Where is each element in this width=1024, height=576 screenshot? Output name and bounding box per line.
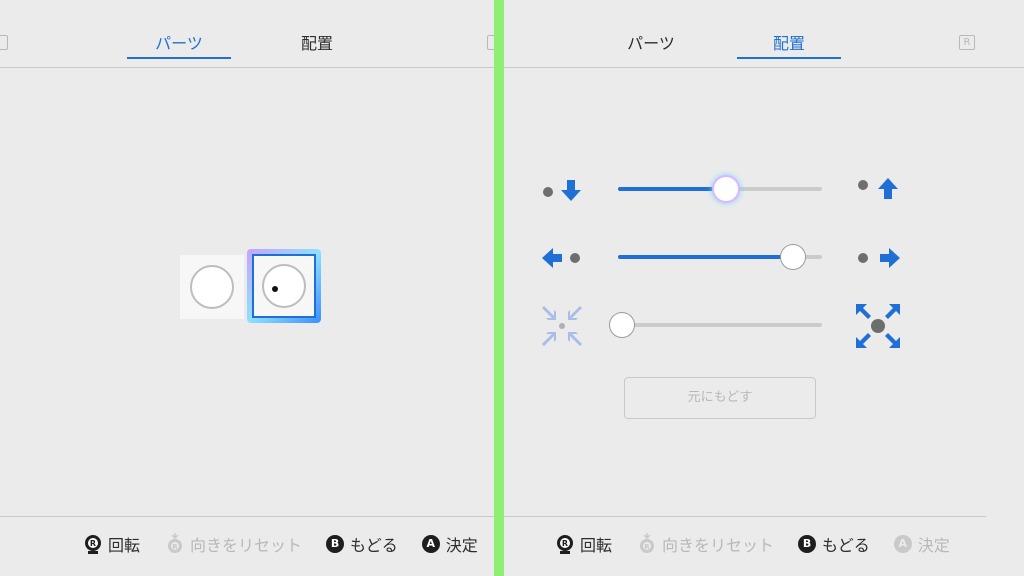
tab-parts[interactable]: パーツ — [599, 33, 703, 57]
split-divider — [494, 0, 504, 576]
rotate-label: 回転 — [108, 536, 141, 555]
tab-layout[interactable]: 配置 — [265, 33, 369, 57]
r-button-badge — [487, 35, 494, 50]
back-action[interactable]: B もどる — [798, 532, 870, 556]
slider-knob[interactable] — [714, 177, 739, 201]
enlarge-icon — [856, 304, 900, 348]
a-button-icon: A — [421, 535, 440, 553]
header-divider — [0, 67, 494, 68]
vertical-position-slider[interactable] — [618, 177, 822, 201]
svg-text:R: R — [90, 539, 96, 548]
l-button-badge — [0, 35, 8, 50]
b-button-icon: B — [798, 535, 817, 553]
move-left-icon — [542, 248, 580, 268]
footer-divider — [0, 516, 494, 517]
left-footer: R 回転 R 向きをリセット B もどる A 決定 — [82, 530, 494, 558]
reset-orientation-label: 向きをリセット — [662, 536, 775, 555]
reset-orientation-action[interactable]: R 向きをリセット — [164, 532, 302, 556]
move-down-icon — [543, 180, 581, 201]
right-panel: パーツ 配置 R 元にもどす R 回転 R 向きをリセット B もどる A 決定 — [504, 0, 1024, 576]
svg-text:R: R — [562, 539, 568, 548]
rotate-action[interactable]: R 回転 — [82, 532, 140, 556]
right-stick-press-icon: R — [168, 533, 183, 553]
r-button-badge: R — [959, 35, 975, 50]
back-action[interactable]: B もどる — [326, 532, 398, 556]
right-stick-icon: R — [557, 535, 573, 554]
part-option-circle-with-dot[interactable] — [252, 254, 316, 318]
dot-icon — [272, 286, 278, 292]
move-right-icon — [858, 248, 900, 268]
confirm-label: 決定 — [917, 536, 950, 555]
slider-fill — [618, 255, 794, 259]
b-button-icon: B — [326, 535, 345, 553]
header-divider — [504, 67, 1024, 68]
size-slider[interactable] — [610, 313, 822, 337]
tab-layout[interactable]: 配置 — [737, 33, 841, 59]
back-label: もどる — [822, 536, 870, 555]
confirm-action[interactable]: A 決定 — [421, 532, 478, 556]
slider-knob[interactable] — [781, 245, 806, 269]
slider-knob[interactable] — [610, 313, 635, 337]
svg-text:R: R — [172, 543, 178, 551]
back-label: もどる — [350, 536, 398, 555]
circle-icon — [190, 265, 234, 309]
right-stick-press-icon: R — [640, 533, 655, 553]
horizontal-position-slider[interactable] — [618, 245, 822, 269]
reset-button[interactable]: 元にもどす — [624, 377, 816, 419]
reset-orientation-label: 向きをリセット — [190, 536, 303, 555]
svg-text:R: R — [644, 543, 650, 551]
left-panel: パーツ 配置 R 回転 R 向きをリセット B もどる A 決定 — [0, 0, 494, 576]
move-up-icon — [858, 178, 898, 199]
part-option-circle[interactable] — [180, 255, 244, 319]
footer-divider — [504, 516, 986, 517]
a-button-icon: A — [893, 535, 912, 553]
reset-orientation-action[interactable]: R 向きをリセット — [636, 532, 774, 556]
rotate-label: 回転 — [580, 536, 613, 555]
slider-fill — [618, 187, 727, 191]
tab-parts[interactable]: パーツ — [127, 33, 231, 59]
rotate-action[interactable]: R 回転 — [554, 532, 612, 556]
right-footer: R 回転 R 向きをリセット B もどる A 決定 — [554, 530, 974, 558]
confirm-action[interactable]: A 決定 — [893, 532, 950, 556]
confirm-label: 決定 — [445, 536, 478, 555]
circle-dot-icon — [262, 264, 306, 308]
shrink-icon — [542, 306, 582, 346]
right-stick-icon: R — [85, 535, 101, 554]
